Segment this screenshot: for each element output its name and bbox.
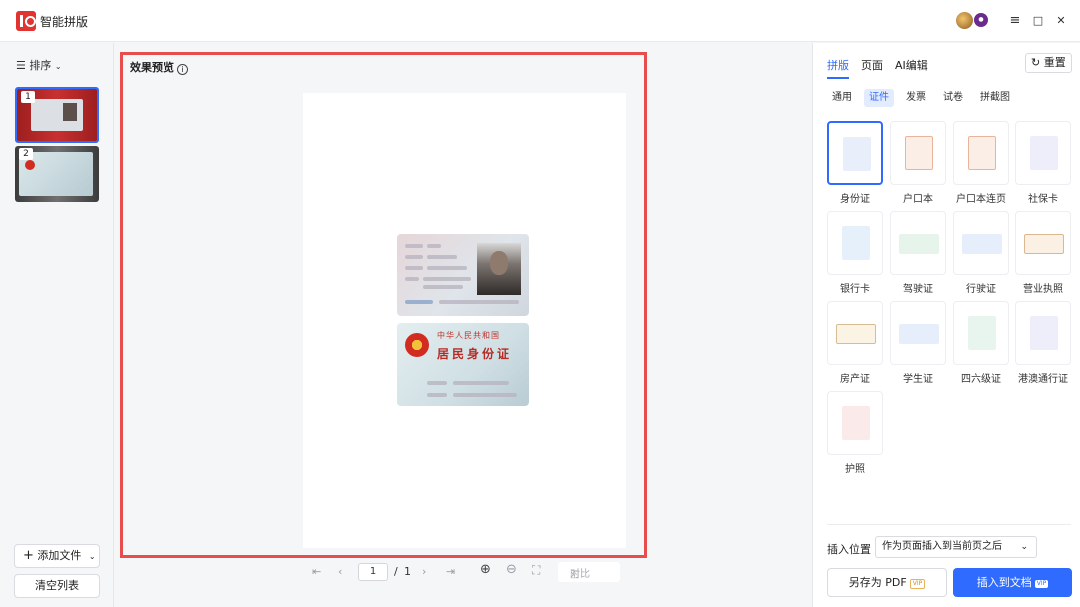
subtab-exam[interactable]: 试卷 (938, 89, 968, 107)
template-driver-license[interactable]: 驾驶证 (890, 211, 946, 295)
hk-macau-permit-icon (1030, 316, 1058, 350)
insert-to-document-button[interactable]: 插入到文档 VIP (953, 568, 1072, 597)
vip-badge-icon[interactable]: ● (974, 13, 988, 27)
template-cet-certificate[interactable]: 四六级证 (953, 301, 1009, 385)
reset-button[interactable]: ↻ 重置 (1025, 53, 1072, 73)
pager: ⇤ ‹ 1 / 1 › ⇥ ⊕ ⊖ ⛶ ◫ 对比 (300, 562, 630, 582)
file-thumbnail-1[interactable]: 1 (15, 87, 99, 143)
card-back-line2: 居民身份证 (437, 347, 513, 361)
household-register-icon (905, 136, 933, 170)
cet-certificate-icon (968, 316, 996, 350)
template-business-license[interactable]: 营业执照 (1015, 211, 1071, 295)
chevron-down-icon[interactable]: ⌄ (89, 552, 96, 561)
fit-page-icon[interactable]: ⛶ (532, 563, 540, 578)
clear-list-button[interactable]: 清空列表 (14, 574, 100, 598)
last-page-icon[interactable]: ⇥ (446, 565, 455, 578)
close-icon[interactable]: ✕ (1052, 12, 1070, 30)
subtab-certificate[interactable]: 证件 (864, 89, 894, 107)
household-register-spread-icon (968, 136, 996, 170)
thumbnail-number: 1 (21, 91, 35, 103)
add-file-button[interactable]: + 添加文件 ⌄ (14, 544, 100, 568)
chevron-down-icon: ⌄ (1020, 542, 1028, 552)
template-social-security-card[interactable]: 社保卡 (1015, 121, 1071, 205)
bank-card-icon (842, 226, 870, 260)
first-page-icon[interactable]: ⇤ (312, 565, 321, 578)
next-page-icon[interactable]: › (422, 565, 426, 578)
student-id-icon (899, 324, 939, 344)
template-vehicle-license[interactable]: 行驶证 (953, 211, 1009, 295)
tab-layout[interactable]: 拼版 (827, 57, 849, 79)
page-separator: / (394, 565, 398, 578)
insert-position-label: 插入位置 (827, 543, 871, 556)
app-logo-icon (16, 11, 36, 31)
zoom-out-icon[interactable]: ⊖ (506, 562, 517, 577)
info-icon[interactable]: i (177, 64, 188, 75)
template-student-id[interactable]: 学生证 (890, 301, 946, 385)
vip-tag: VIP (1034, 580, 1049, 588)
template-household-register-spread[interactable]: 户口本连页 (953, 121, 1009, 205)
title-bar: 智能拼版 ● ≡ □ ✕ (0, 0, 1080, 42)
zoom-in-icon[interactable]: ⊕ (480, 562, 491, 577)
passport-icon (842, 406, 870, 440)
preview-area: 效果预览 i 中华人民共和国 居民身份证 (120, 52, 647, 558)
file-list-sidebar: ☰ 排序 ⌄ 1 2 + 添加文件 ⌄ 清空列表 (0, 43, 114, 607)
property-certificate-icon (836, 324, 876, 344)
subtab-general[interactable]: 通用 (827, 89, 857, 107)
app-title: 智能拼版 (40, 15, 89, 29)
divider (827, 524, 1071, 525)
preview-title: 效果预览 i (130, 59, 188, 75)
settings-panel: 拼版 页面 AI编辑 ↻ 重置 通用 证件 发票 试卷 拼截图 身份证 户口本 … (812, 43, 1080, 607)
compare-button[interactable]: ◫ 对比 (558, 562, 620, 582)
maximize-icon[interactable]: □ (1029, 12, 1047, 30)
template-bank-card[interactable]: 银行卡 (827, 211, 883, 295)
driver-license-icon (899, 234, 939, 254)
id-card-front-image (397, 234, 529, 316)
chevron-down-icon: ⌄ (54, 62, 62, 71)
user-avatar[interactable] (956, 12, 973, 29)
vip-tag: VIP (909, 579, 926, 589)
preview-page: 中华人民共和国 居民身份证 (303, 93, 626, 548)
save-as-pdf-button[interactable]: 另存为 PDF VIP (827, 568, 947, 597)
reset-icon: ↻ (1031, 56, 1041, 69)
template-passport[interactable]: 护照 (827, 391, 883, 475)
menu-icon[interactable]: ≡ (1006, 12, 1024, 30)
portrait-photo (477, 243, 521, 295)
sort-icon: ☰ (16, 59, 26, 72)
template-hk-macau-permit[interactable]: 港澳通行证 (1015, 301, 1071, 385)
sort-button[interactable]: ☰ 排序 ⌄ (16, 57, 62, 73)
tab-page[interactable]: 页面 (861, 57, 883, 73)
sort-label: 排序 (29, 59, 52, 72)
insert-position-select[interactable]: 作为页面插入到当前页之后 ⌄ (875, 536, 1037, 558)
file-thumbnail-2[interactable]: 2 (15, 146, 99, 202)
national-emblem-icon (405, 333, 429, 357)
card-back-line1: 中华人民共和国 (437, 331, 500, 340)
template-property-certificate[interactable]: 房产证 (827, 301, 883, 385)
tab-ai-edit[interactable]: AI编辑 (895, 57, 928, 73)
id-card-back-image: 中华人民共和国 居民身份证 (397, 323, 529, 406)
template-id-card[interactable]: 身份证 (827, 121, 883, 205)
business-license-icon (1024, 234, 1064, 254)
vehicle-license-icon (962, 234, 1002, 254)
social-security-card-icon (1030, 136, 1058, 170)
add-file-label: 添加文件 (37, 549, 82, 562)
plus-icon: + (23, 548, 34, 563)
prev-page-icon[interactable]: ‹ (338, 565, 342, 578)
thumbnail-number: 2 (19, 148, 33, 160)
id-card-icon (843, 137, 871, 171)
subtab-invoice[interactable]: 发票 (901, 89, 931, 107)
template-household-register[interactable]: 户口本 (890, 121, 946, 205)
page-number-input[interactable]: 1 (358, 563, 388, 581)
page-total: 1 (404, 565, 411, 578)
subtab-screenshot[interactable]: 拼截图 (975, 89, 1015, 107)
